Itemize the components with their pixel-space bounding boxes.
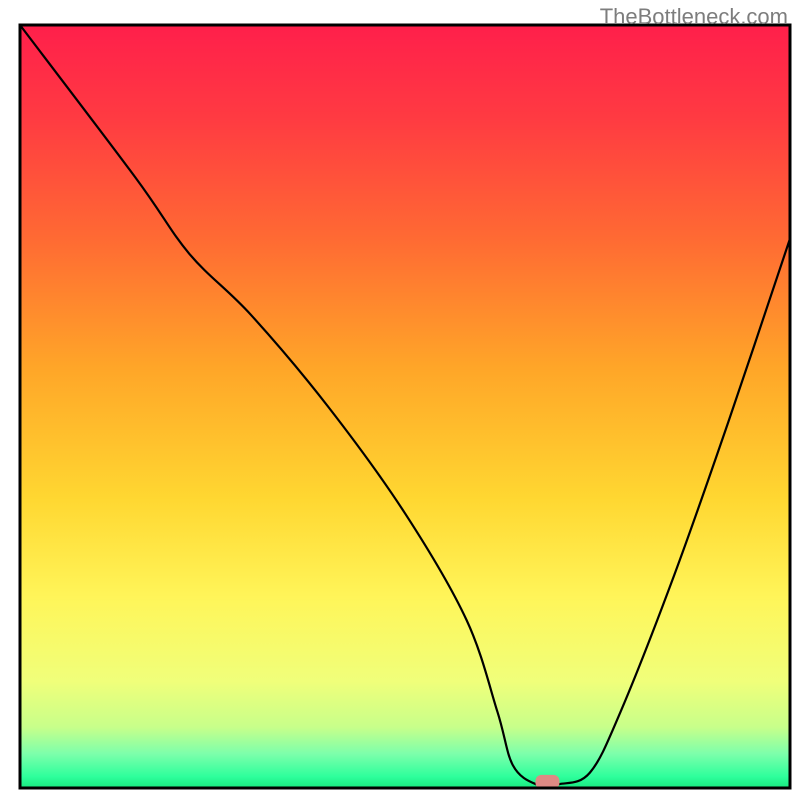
bottleneck-chart — [0, 0, 800, 800]
chart-background-gradient — [20, 25, 790, 788]
watermark-text: TheBottleneck.com — [600, 4, 788, 30]
chart-container: TheBottleneck.com — [0, 0, 800, 800]
